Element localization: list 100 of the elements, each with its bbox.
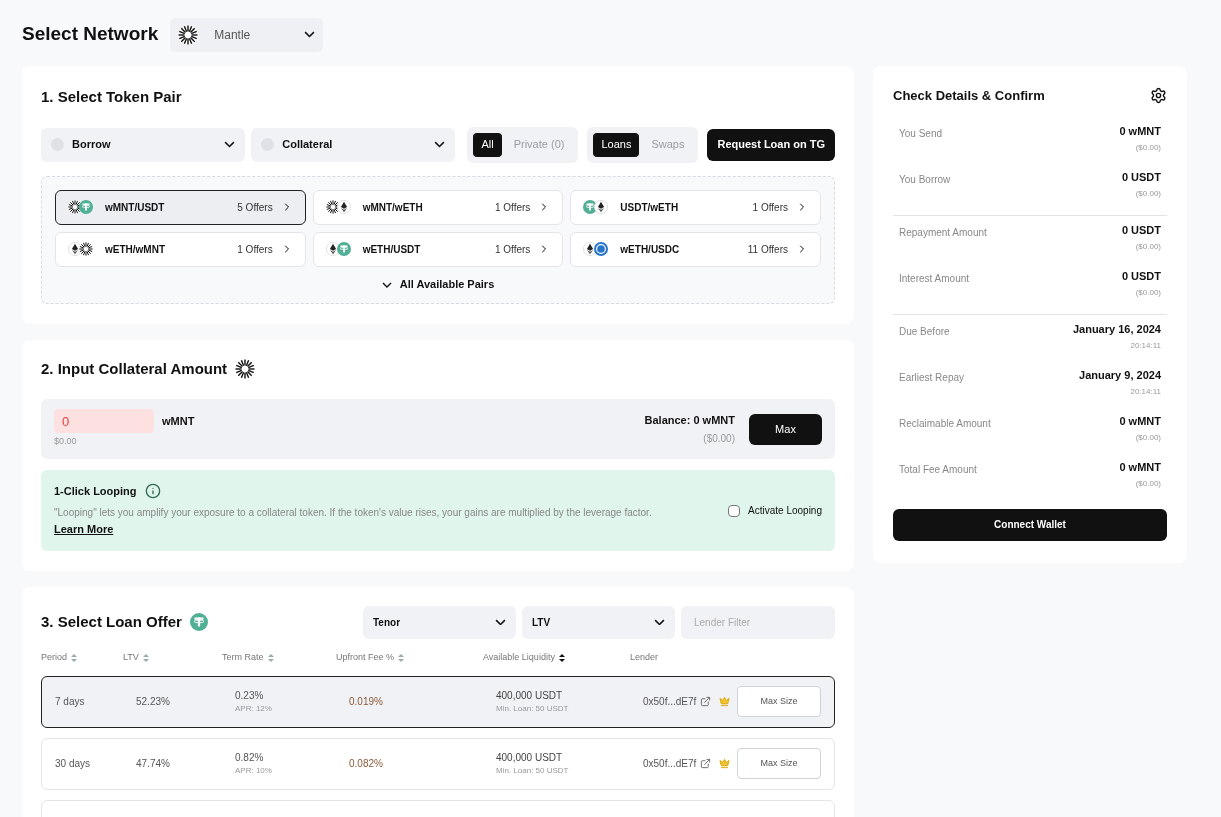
coin-icon bbox=[594, 242, 609, 256]
offer-row[interactable]: 7 days 52.23% 0.23% APR: 12% 0.019% 400,000 USDT Min. Loan: 50 USDT 0x50f...dE7f Max Size bbox=[41, 675, 835, 728]
detail-value: January 16, 2024 bbox=[1072, 321, 1161, 337]
detail-label: You Send bbox=[899, 126, 942, 141]
term-rate-cell-text: 0.82% bbox=[235, 751, 265, 765]
detail-subtext: ($0.00) bbox=[1135, 241, 1161, 253]
ether-icon bbox=[325, 242, 340, 256]
detail-value: 0 wMNT bbox=[1119, 123, 1161, 139]
period-cell-text: 30 days bbox=[55, 757, 92, 771]
starburst-icon bbox=[178, 24, 199, 45]
detail-value: 0 USDT bbox=[1121, 222, 1161, 238]
fee-cell-text: 0.019% bbox=[349, 695, 384, 709]
column-header[interactable]: Term Rate bbox=[222, 650, 336, 665]
segment-tab[interactable]: Loans bbox=[593, 132, 640, 157]
detail-label: Repayment Amount bbox=[899, 225, 987, 240]
pair-option[interactable]: wETH/USDT 1 Offers bbox=[312, 231, 564, 267]
detail-label: Total Fee Amount bbox=[899, 462, 977, 477]
network-select[interactable]: Mantle bbox=[170, 17, 324, 52]
detail-label: Reclaimable Amount bbox=[899, 416, 991, 431]
detail-value: January 9, 2024 bbox=[1079, 367, 1161, 383]
chevron-down-icon bbox=[654, 618, 665, 626]
page-title: Select Network bbox=[22, 22, 159, 47]
filter-select[interactable]: Tenor bbox=[363, 605, 516, 639]
detail-label: Earliest Repay bbox=[899, 370, 965, 385]
token-select[interactable]: Borrow bbox=[41, 127, 246, 162]
chevron-down-icon bbox=[495, 618, 506, 626]
pair-option[interactable]: wMNT/USDT 5 Offers bbox=[55, 189, 306, 225]
ether-icon bbox=[336, 200, 351, 214]
pair-option[interactable]: wETH/USDC 11 Offers bbox=[570, 231, 821, 267]
crown-icon bbox=[719, 758, 731, 769]
detail-value: 0 USDT bbox=[1121, 268, 1161, 284]
chevron-down-icon bbox=[434, 141, 446, 148]
pair-option[interactable]: wMNT/wETH 1 Offers bbox=[312, 189, 564, 225]
column-header: Lender bbox=[630, 650, 660, 664]
liquidity-cell-text: 400,000 USDT bbox=[496, 689, 564, 703]
checkbox-label: Activate Looping bbox=[748, 504, 822, 518]
summary-title: Check Details & Confirm bbox=[893, 87, 1045, 105]
term-rate-cell-text: 0.23% bbox=[235, 689, 265, 703]
balance-text: Balance: 0 wMNT bbox=[644, 412, 735, 428]
min-loan-text: Min. Loan: 50 USDT bbox=[496, 703, 570, 715]
max-size-button[interactable]: Max Size bbox=[737, 686, 821, 717]
detail-subtext: 20:14:11 bbox=[1130, 340, 1161, 352]
external-link-icon[interactable] bbox=[700, 758, 712, 769]
section-title: 2. Input Collateral Amount bbox=[41, 358, 228, 379]
column-header[interactable]: Period bbox=[41, 650, 123, 665]
tether-icon bbox=[189, 613, 208, 631]
sort-icon bbox=[267, 653, 274, 662]
starburst-icon bbox=[79, 242, 93, 256]
starburst-icon bbox=[235, 358, 256, 379]
connect-wallet-button[interactable]: Connect Wallet bbox=[893, 508, 1167, 541]
liquidity-cell-text: 400,000 USDT bbox=[496, 751, 564, 765]
filter-select[interactable]: LTV bbox=[522, 605, 675, 639]
request-loan-button[interactable]: Request Loan on TG bbox=[707, 128, 835, 161]
lender-address: 0x50f...dE7f bbox=[643, 695, 697, 709]
looping-checkbox[interactable] bbox=[728, 504, 741, 517]
info-icon[interactable] bbox=[144, 483, 161, 500]
period-cell-text: 7 days bbox=[55, 695, 86, 709]
balance-usd: ($0.00) bbox=[703, 432, 735, 447]
crown-icon bbox=[719, 696, 731, 707]
external-link-icon[interactable] bbox=[700, 696, 712, 707]
section-title: 3. Select Loan Offer bbox=[41, 611, 182, 632]
column-header[interactable]: Upfront Fee % bbox=[336, 650, 483, 665]
ether-icon bbox=[68, 242, 82, 256]
ltv-cell-text: 47.74% bbox=[136, 757, 171, 771]
min-loan-text: Min. Loan: 50 USDT bbox=[496, 765, 570, 777]
offer-row[interactable]: 30 days 47.74% 0.82% APR: 10% 0.082% 400,000 USDT Min. Loan: 50 USDT 0x50f...dE7f Max Size bbox=[41, 737, 835, 790]
pair-option[interactable]: USDT/wETH 1 Offers bbox=[570, 189, 821, 225]
detail-value: 0 USDT bbox=[1121, 169, 1161, 185]
column-header[interactable]: LTV bbox=[123, 650, 222, 665]
section-title: 1. Select Token Pair bbox=[41, 87, 183, 107]
lender-filter-field[interactable]: Lender Filter bbox=[681, 605, 835, 639]
detail-subtext: ($0.00) bbox=[1135, 478, 1161, 490]
amount-usd: $0.00 bbox=[54, 435, 78, 449]
token-symbol: wMNT bbox=[162, 414, 195, 429]
sort-icon bbox=[558, 653, 565, 662]
ether-icon bbox=[594, 200, 609, 214]
apr-text: APR: 10% bbox=[235, 765, 273, 777]
sort-icon bbox=[398, 653, 405, 662]
detail-label: You Borrow bbox=[899, 172, 951, 187]
looping-description: "Looping" lets you amplify your exposure to a collateral token. If the token's value rises, your gains are multiplied by the leverage factor. Learn More bbox=[54, 505, 653, 537]
settings-icon[interactable] bbox=[1150, 87, 1167, 105]
detail-subtext: ($0.00) bbox=[1135, 287, 1161, 299]
detail-value: 0 wMNT bbox=[1119, 459, 1161, 475]
chevron-down-icon bbox=[381, 281, 392, 288]
max-size-button[interactable]: Max Size bbox=[737, 748, 821, 779]
detail-label: Interest Amount bbox=[899, 271, 970, 286]
lender-address: 0x50f...dE7f bbox=[643, 757, 697, 771]
apr-text: APR: 12% bbox=[235, 703, 273, 715]
detail-label: Due Before bbox=[899, 324, 950, 339]
column-header[interactable]: Available Liquidity bbox=[483, 650, 630, 665]
token-select[interactable]: Collateral bbox=[251, 127, 456, 162]
all-pairs-toggle[interactable]: All Available Pairs bbox=[381, 274, 495, 295]
segment-tab[interactable]: All bbox=[473, 132, 502, 157]
chevron-down-icon bbox=[224, 141, 236, 148]
sort-icon bbox=[142, 653, 149, 662]
max-button[interactable]: Max bbox=[749, 413, 822, 445]
detail-subtext: ($0.00) bbox=[1135, 188, 1161, 200]
pair-option[interactable]: wETH/wMNT 1 Offers bbox=[55, 231, 306, 267]
sort-icon bbox=[71, 653, 77, 662]
learn-more-link[interactable]: Learn More bbox=[54, 522, 114, 535]
